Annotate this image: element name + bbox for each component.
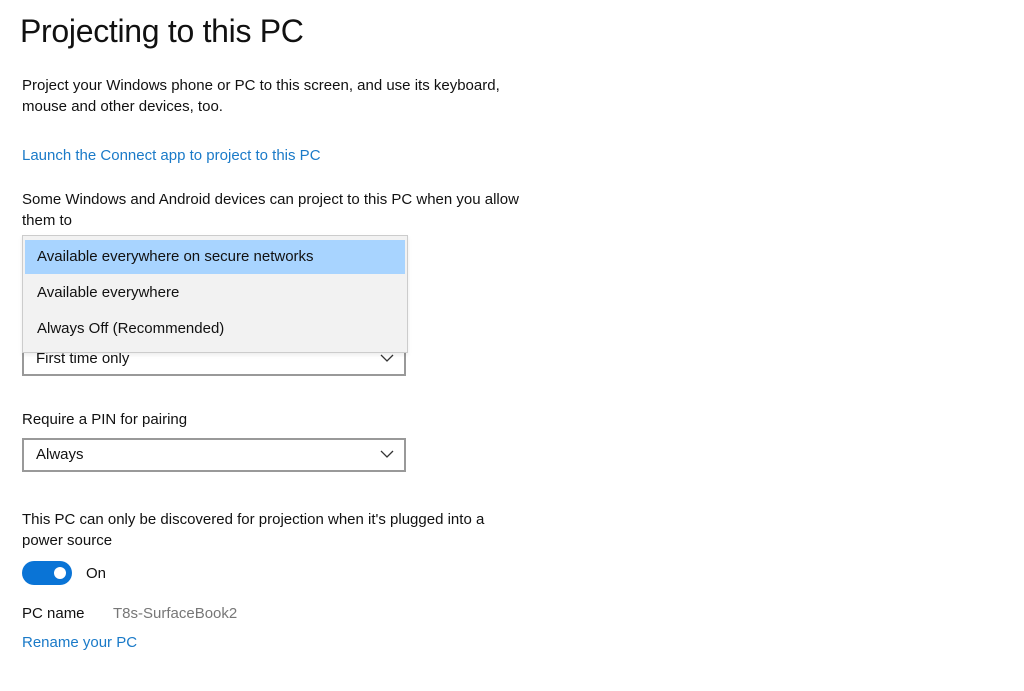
availability-label: Some Windows and Android devices can pro…	[22, 191, 519, 229]
toggle-state-label: On	[86, 565, 107, 582]
chevron-down-icon	[380, 354, 394, 362]
power-source-toggle[interactable]	[22, 561, 72, 585]
pin-select[interactable]: Always	[22, 438, 406, 472]
page-title: Projecting to this PC	[20, 13, 304, 49]
availability-option[interactable]: Available everywhere on secure networks	[25, 240, 405, 274]
rename-pc-link[interactable]: Rename your PC	[22, 632, 137, 653]
intro-description: Project your Windows phone or PC to this…	[22, 77, 500, 115]
pin-label: Require a PIN for pairing	[22, 411, 188, 428]
launch-connect-app-link[interactable]: Launch the Connect app to project to thi…	[22, 145, 321, 166]
pin-value: Always	[36, 446, 84, 463]
chevron-down-icon	[380, 450, 394, 458]
pc-name-label: PC name	[22, 605, 85, 622]
power-source-label: This PC can only be discovered for proje…	[22, 511, 485, 549]
availability-option[interactable]: Available everywhere	[25, 276, 405, 310]
toggle-knob	[54, 567, 66, 579]
availability-dropdown-list: Available everywhere on secure networks …	[22, 235, 408, 353]
availability-option[interactable]: Always Off (Recommended)	[25, 312, 405, 346]
pc-name-value: T8s-SurfaceBook2	[113, 605, 238, 622]
